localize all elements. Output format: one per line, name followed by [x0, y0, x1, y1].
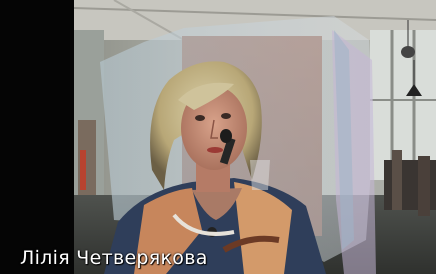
- video-frame: [74, 0, 436, 274]
- black-side-panel: [0, 0, 74, 274]
- participant-name-label: Лілія Четверякова: [20, 247, 208, 269]
- participant-video-tile[interactable]: Лілія Четверякова: [0, 0, 436, 274]
- participant-video-feed: [74, 0, 436, 274]
